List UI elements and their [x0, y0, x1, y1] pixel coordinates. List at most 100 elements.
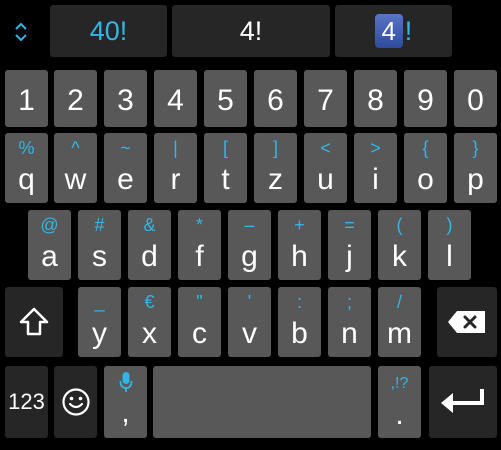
key-s[interactable]: # s	[78, 210, 121, 280]
key-k[interactable]: (k	[378, 210, 421, 280]
key-m[interactable]: / m	[378, 287, 421, 357]
symbols-key[interactable]: 123	[5, 366, 48, 438]
key-t-alt: [	[222, 138, 228, 158]
key-5[interactable]: 5	[204, 70, 247, 127]
suggestion-3-highlight: 4	[374, 14, 403, 48]
key-k-label: k	[392, 240, 407, 273]
key-y[interactable]: _ y	[78, 287, 121, 357]
expand-suggestions-button[interactable]	[0, 6, 42, 58]
key-l-label: l	[446, 240, 453, 273]
suggestion-1-label: 40!	[89, 15, 128, 46]
key-d[interactable]: & d	[128, 210, 171, 280]
key-r[interactable]: | r	[154, 133, 197, 203]
key-0[interactable]: 0	[454, 70, 497, 127]
key-l-alt: )	[446, 215, 453, 235]
key-3-label: 3	[117, 84, 134, 117]
key-k-alt: (	[396, 215, 403, 235]
key-v-label: v	[242, 317, 257, 350]
key-u[interactable]: < u	[304, 133, 347, 203]
key-6-label: 6	[267, 84, 284, 117]
chevron-up-down-icon	[15, 22, 27, 42]
key-w-label: w	[64, 163, 87, 196]
backspace-key[interactable]	[437, 287, 497, 357]
key-b-label: b	[291, 317, 308, 350]
enter-key[interactable]	[429, 366, 497, 438]
key-9-label: 9	[417, 84, 434, 117]
key-a[interactable]: @ a	[28, 210, 71, 280]
key-c[interactable]: " c	[178, 287, 221, 357]
key-z-label: z	[268, 163, 283, 196]
key-7[interactable]: 7	[304, 70, 347, 127]
key-z[interactable]: ] z	[254, 133, 297, 203]
key-g-label: g	[241, 240, 258, 273]
period-key[interactable]: ,!? .	[378, 366, 421, 438]
key-f[interactable]: * f	[178, 210, 221, 280]
key-1[interactable]: 1	[5, 70, 48, 127]
key-i-alt: >	[370, 138, 381, 158]
key-t[interactable]: [t	[204, 133, 247, 203]
key-4[interactable]: 4	[154, 70, 197, 127]
shift-icon	[19, 307, 49, 336]
key-d-label: d	[141, 240, 158, 273]
suggestion-3-tail: !	[404, 15, 413, 46]
key-z-alt: ]	[272, 138, 278, 158]
space-key[interactable]	[153, 366, 371, 438]
key-x[interactable]: € x	[128, 287, 171, 357]
key-r-alt: |	[173, 138, 178, 158]
key-a-label: a	[41, 240, 58, 273]
key-u-alt: <	[320, 138, 331, 158]
key-j-alt: =	[344, 215, 355, 235]
enter-icon	[441, 389, 484, 413]
key-q[interactable]: % q	[5, 133, 48, 203]
key-f-label: f	[195, 240, 204, 273]
key-g[interactable]: – g	[228, 210, 271, 280]
key-e[interactable]: ~ e	[104, 133, 147, 203]
key-l[interactable]: ) l	[428, 210, 471, 280]
key-w-alt: ^	[71, 138, 80, 158]
key-f-alt: *	[195, 215, 203, 235]
period-key-label: .	[395, 398, 404, 431]
key-p-alt: }	[472, 138, 479, 158]
key-4-label: 4	[167, 84, 184, 117]
emoji-key[interactable]	[54, 366, 97, 438]
key-n[interactable]: ; n	[328, 287, 371, 357]
key-j-label: j	[346, 240, 353, 273]
key-p-label: p	[467, 163, 484, 196]
key-j[interactable]: = j	[328, 210, 371, 280]
key-x-alt: €	[144, 292, 155, 312]
key-2[interactable]: 2	[54, 70, 97, 127]
period-key-alt: ,!?	[390, 375, 409, 392]
key-9[interactable]: 9	[404, 70, 447, 127]
key-e-alt: ~	[120, 138, 131, 158]
key-3[interactable]: 3	[104, 70, 147, 127]
symbols-key-label: 123	[8, 389, 45, 414]
suggestion-1[interactable]: 40!	[50, 5, 167, 57]
suggestion-3[interactable]: 4 !	[335, 5, 452, 57]
key-q-alt: %	[18, 138, 35, 158]
suggestion-2[interactable]: 4!	[172, 5, 330, 57]
suggestion-strip: 40! 4! 4 !	[0, 0, 501, 62]
key-o[interactable]: {o	[404, 133, 447, 203]
key-w[interactable]: ^ w	[54, 133, 97, 203]
key-u-label: u	[317, 163, 334, 196]
key-p[interactable]: } p	[454, 133, 497, 203]
key-h[interactable]: + h	[278, 210, 321, 280]
key-c-label: c	[192, 317, 207, 350]
comma-key[interactable]: ,	[104, 366, 147, 438]
keyboard: 40! 4! 4 ! 1 2 3 4 5 6 7 8 9 0 % q ^ w ~ e …	[0, 0, 501, 450]
key-b[interactable]: :b	[278, 287, 321, 357]
key-6[interactable]: 6	[254, 70, 297, 127]
key-o-label: o	[417, 163, 434, 196]
key-t-label: t	[221, 163, 230, 196]
key-b-alt: :	[296, 292, 302, 312]
key-v[interactable]: ' v	[228, 287, 271, 357]
key-y-label: y	[92, 317, 107, 350]
key-x-label: x	[142, 317, 157, 350]
key-0-label: 0	[467, 84, 484, 117]
key-i[interactable]: > i	[354, 133, 397, 203]
key-n-alt: ;	[346, 292, 352, 312]
key-o-alt: {	[422, 138, 429, 158]
key-c-alt: "	[196, 292, 203, 312]
shift-key[interactable]	[5, 287, 63, 357]
key-8[interactable]: 8	[354, 70, 397, 127]
